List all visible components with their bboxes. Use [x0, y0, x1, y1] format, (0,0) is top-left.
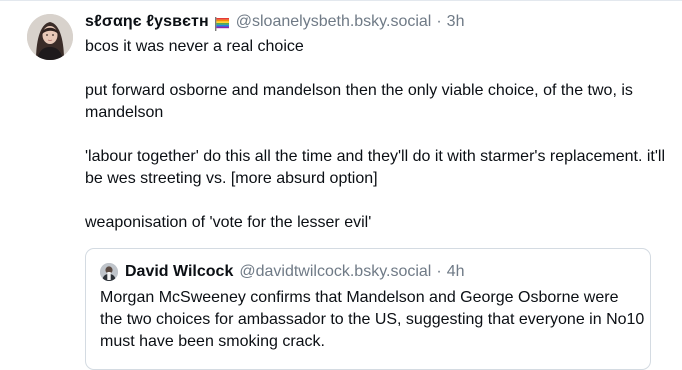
quoted-author-avatar [100, 263, 118, 281]
quoted-author-handle[interactable]: @davidtwilcock.bsky.social [239, 261, 431, 283]
author-handle[interactable]: @sloanelysbeth.bsky.social [236, 10, 432, 34]
post-timestamp[interactable]: 3h [447, 10, 465, 34]
post-paragraph: bcos it was never a real choice [85, 38, 304, 55]
quoted-post[interactable]: David Wilcock @davidtwilcock.bsky.social… [85, 248, 651, 370]
quoted-author-display-name[interactable]: David Wilcock [125, 261, 233, 283]
post[interactable]: ѕℓσαηє ℓуѕвєтн @sloanelysbeth.bsky.socia… [0, 0, 682, 370]
post-paragraph: 'labour together' do this all the time a… [85, 148, 665, 187]
quoted-post-timestamp[interactable]: 4h [447, 261, 465, 283]
post-header: ѕℓσαηє ℓуѕвєтн @sloanelysbeth.bsky.socia… [85, 10, 670, 34]
avatar[interactable] [27, 14, 73, 60]
separator-dot: · [436, 13, 442, 30]
separator-dot: · [436, 263, 442, 280]
quoted-post-header: David Wilcock @davidtwilcock.bsky.social… [100, 261, 464, 283]
divider [0, 0, 682, 1]
post-paragraph: put forward osborne and mandelson then t… [85, 82, 633, 121]
post-paragraph: weaponisation of 'vote for the lesser ev… [85, 214, 372, 231]
author-display-name[interactable]: ѕℓσαηє ℓуѕвєтн [85, 10, 209, 34]
post-text: bcos it was never a real choice put forw… [85, 36, 670, 234]
post-content: ѕℓσαηє ℓуѕвєтн @sloanelysbeth.bsky.socia… [85, 10, 670, 234]
quoted-post-text: Morgan McSweeney confirms that Mandelson… [100, 289, 645, 350]
rainbow-flag-icon [214, 15, 230, 31]
